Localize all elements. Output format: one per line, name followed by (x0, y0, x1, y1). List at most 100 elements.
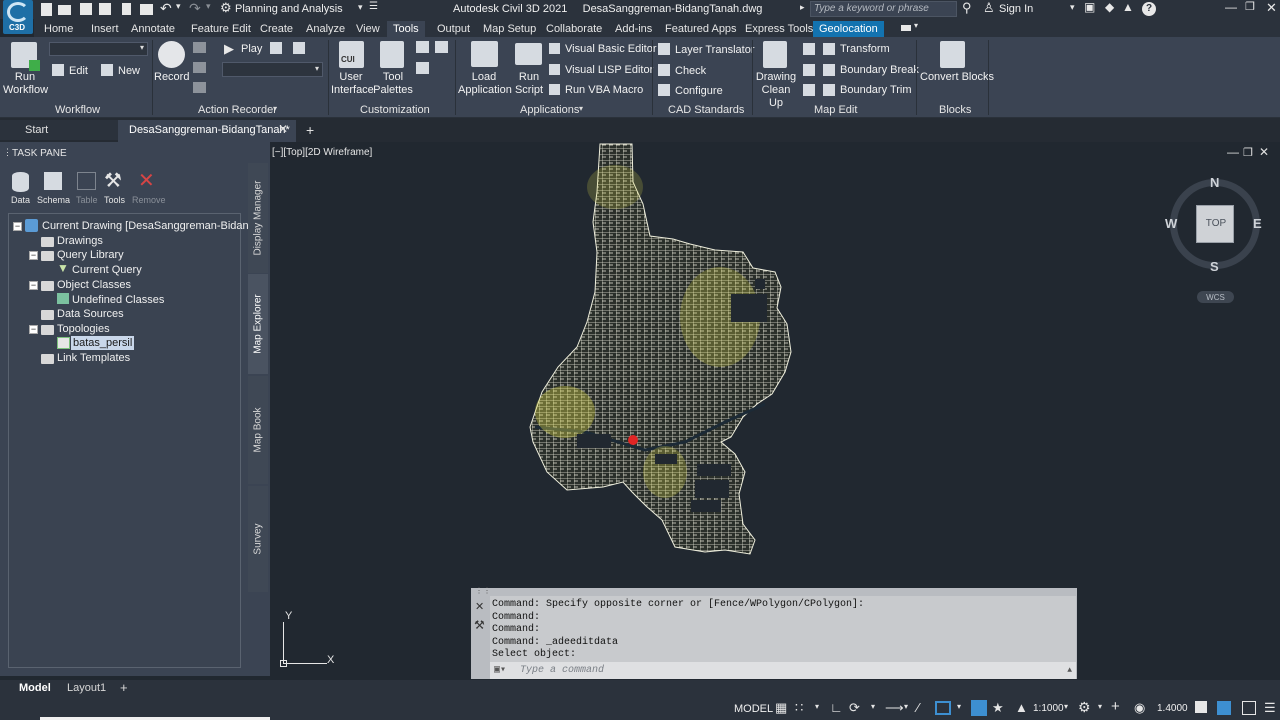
select-icon[interactable] (803, 43, 815, 55)
run-script-icon[interactable] (515, 43, 542, 65)
exchange-icon[interactable]: ◆ (1105, 0, 1114, 14)
ribbon-toggle-icon[interactable] (901, 25, 911, 31)
edit-workflow-button[interactable]: Edit (69, 65, 88, 78)
undo-dropdown-icon[interactable]: ▾ (176, 1, 181, 12)
edit-aliases-icon[interactable] (416, 62, 429, 74)
command-prompt-icon[interactable]: ▣▾ (494, 662, 506, 679)
sign-in-button[interactable]: Sign In (999, 3, 1033, 15)
grid-icon[interactable]: ▦ (775, 700, 787, 716)
viewcube-west[interactable]: W (1165, 216, 1177, 231)
tab-geolocation[interactable]: Geolocation (813, 21, 884, 37)
schema-button[interactable]: Schema (37, 170, 71, 210)
request-input-icon[interactable] (193, 62, 206, 73)
sign-in-dropdown-icon[interactable]: ▾ (1070, 2, 1075, 13)
object-tracking-icon[interactable]: ∕ (917, 700, 919, 715)
load-application-button[interactable]: Load Application (458, 71, 512, 97)
trim-tool-icon[interactable] (803, 84, 815, 96)
annotation-scale-button[interactable]: 1:1000 (1033, 703, 1064, 714)
tab-create[interactable]: Create (260, 21, 293, 37)
tree-item-link-templates[interactable]: Link Templates (57, 351, 130, 365)
ribbon-toggle-dropdown-icon[interactable]: ▾ (914, 21, 918, 30)
manage-macros-icon[interactable] (293, 42, 305, 54)
tab-analyze[interactable]: Analyze (306, 21, 345, 37)
customize-status-icon[interactable]: ☰ (1264, 700, 1276, 716)
tab-collaborate[interactable]: Collaborate (546, 21, 602, 37)
message-icon[interactable] (193, 42, 206, 53)
ortho-icon[interactable]: ∟ (830, 700, 843, 715)
run-script-button[interactable]: Run Script (514, 71, 544, 97)
layer-translator-button[interactable]: Layer Translator (675, 44, 754, 57)
cart-icon[interactable]: ▣ (1084, 0, 1095, 14)
tree-collapse-icon[interactable]: − (29, 281, 38, 290)
user-interface-icon[interactable]: CUI (339, 41, 364, 68)
visual-basic-editor-button[interactable]: Visual Basic Editor (565, 43, 657, 56)
tab-drawing[interactable]: DesaSanggreman-BidangTanah* ✕ (118, 120, 296, 142)
export-customizations-icon[interactable] (435, 41, 448, 53)
user-interface-button[interactable]: User Interface (331, 71, 374, 97)
new-file-icon[interactable] (41, 3, 52, 16)
tree-item-current-drawing[interactable]: Current Drawing [DesaSanggreman-BidangTa (42, 219, 266, 233)
model-space-button[interactable]: MODEL (734, 703, 773, 715)
task-pane-menu-icon[interactable]: ⋮ (3, 147, 12, 158)
tree-item-drawings[interactable]: Drawings (57, 234, 103, 248)
units-icon[interactable]: ◉ (1134, 700, 1145, 716)
isodraft-dropdown-icon[interactable]: ▾ (904, 702, 908, 711)
restore-icon[interactable]: ❐ (1245, 0, 1255, 13)
tab-output[interactable]: Output (437, 21, 470, 37)
export-icon[interactable] (122, 3, 131, 15)
tab-express-tools[interactable]: Express Tools (745, 21, 813, 37)
tree-collapse-icon[interactable]: − (13, 222, 22, 231)
drag-handle-icon[interactable]: ⋮⋮ (475, 586, 491, 595)
table-button[interactable]: Table (74, 170, 100, 210)
osnap-icon[interactable] (935, 701, 951, 715)
tab-insert[interactable]: Insert (91, 21, 119, 37)
record-icon[interactable] (158, 41, 185, 68)
panel-expand-icon[interactable]: ▾ (273, 104, 277, 113)
drawing-cleanup-button[interactable]: Drawing Clean Up (754, 71, 798, 110)
polar-dropdown-icon[interactable]: ▾ (871, 702, 875, 711)
remove-button[interactable]: ✕ Remove (132, 170, 168, 210)
tab-display-manager[interactable]: Display Manager (248, 163, 268, 273)
parcel-map[interactable] (525, 142, 825, 562)
workflow-dropdown[interactable]: ▾ (49, 42, 148, 56)
annotation-visibility-icon[interactable] (971, 700, 987, 716)
help-icon[interactable]: ? (1142, 2, 1156, 16)
annotation-autoscale-icon[interactable]: ★ (992, 700, 1004, 716)
isolate-objects-icon[interactable] (1195, 701, 1207, 713)
command-input[interactable]: ▣▾ Type a command ▲ (490, 662, 1076, 679)
print-icon[interactable] (140, 4, 153, 15)
viewport-minimize-icon[interactable]: — (1227, 145, 1239, 159)
boundary-break-button[interactable]: Boundary Break (840, 64, 919, 77)
tab-map-setup[interactable]: Map Setup (483, 21, 536, 37)
tool-palettes-button[interactable]: Tool Palettes (373, 71, 413, 97)
tab-model[interactable]: Model (8, 680, 56, 696)
tree-collapse-icon[interactable]: − (29, 325, 38, 334)
tree-item-undefined-classes[interactable]: Undefined Classes (72, 293, 164, 307)
insert-base-point-icon[interactable] (193, 82, 206, 93)
annotation-scale-icon[interactable]: ▲ (1015, 700, 1028, 715)
viewport-label[interactable]: [−][Top][2D Wireframe] (272, 147, 372, 158)
tab-home[interactable]: Home (44, 21, 73, 37)
drawing-cleanup-icon[interactable] (763, 41, 787, 68)
tree-collapse-icon[interactable]: − (29, 251, 38, 260)
minimize-icon[interactable]: — (1225, 0, 1237, 14)
workspace-dropdown-icon[interactable]: ▾ (1098, 702, 1102, 711)
open-folder-icon[interactable] (58, 5, 71, 15)
new-workflow-button[interactable]: New (118, 65, 140, 78)
command-close-icon[interactable]: ✕ (475, 600, 484, 613)
close-icon[interactable]: ✕ (1266, 0, 1277, 16)
play-icon[interactable]: ▶ (224, 41, 234, 57)
convert-blocks-icon[interactable] (940, 41, 965, 68)
run-workflow-button[interactable]: Run Workflow (3, 71, 48, 97)
snap-icon[interactable]: ∷ (795, 700, 803, 716)
tab-tools[interactable]: Tools (387, 21, 425, 37)
tab-view[interactable]: View (356, 21, 380, 37)
tab-survey[interactable]: Survey (248, 486, 268, 592)
data-button[interactable]: Data (10, 170, 32, 210)
wcs-menu[interactable]: WCS (1197, 291, 1234, 303)
workspace-gear-icon[interactable]: ⚙ (1078, 699, 1091, 716)
user-icon[interactable]: ♙ (983, 0, 995, 16)
run-workflow-icon[interactable] (11, 42, 40, 71)
viewcube-east[interactable]: E (1253, 216, 1262, 231)
boundary-tool-icon[interactable] (803, 64, 815, 76)
